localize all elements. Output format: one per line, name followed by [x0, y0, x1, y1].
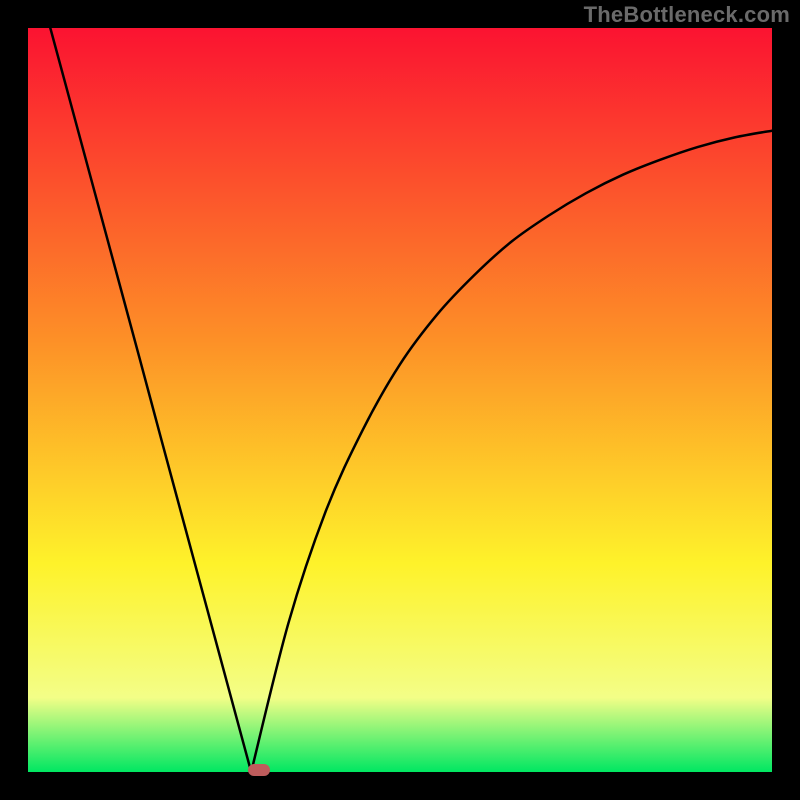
- gradient-background: [28, 28, 772, 772]
- plot-area: [28, 28, 772, 772]
- plot-svg: [28, 28, 772, 772]
- minimum-marker: [248, 764, 270, 776]
- chart-container: { "watermark": "TheBottleneck.com", "col…: [0, 0, 800, 800]
- watermark-text: TheBottleneck.com: [584, 2, 790, 28]
